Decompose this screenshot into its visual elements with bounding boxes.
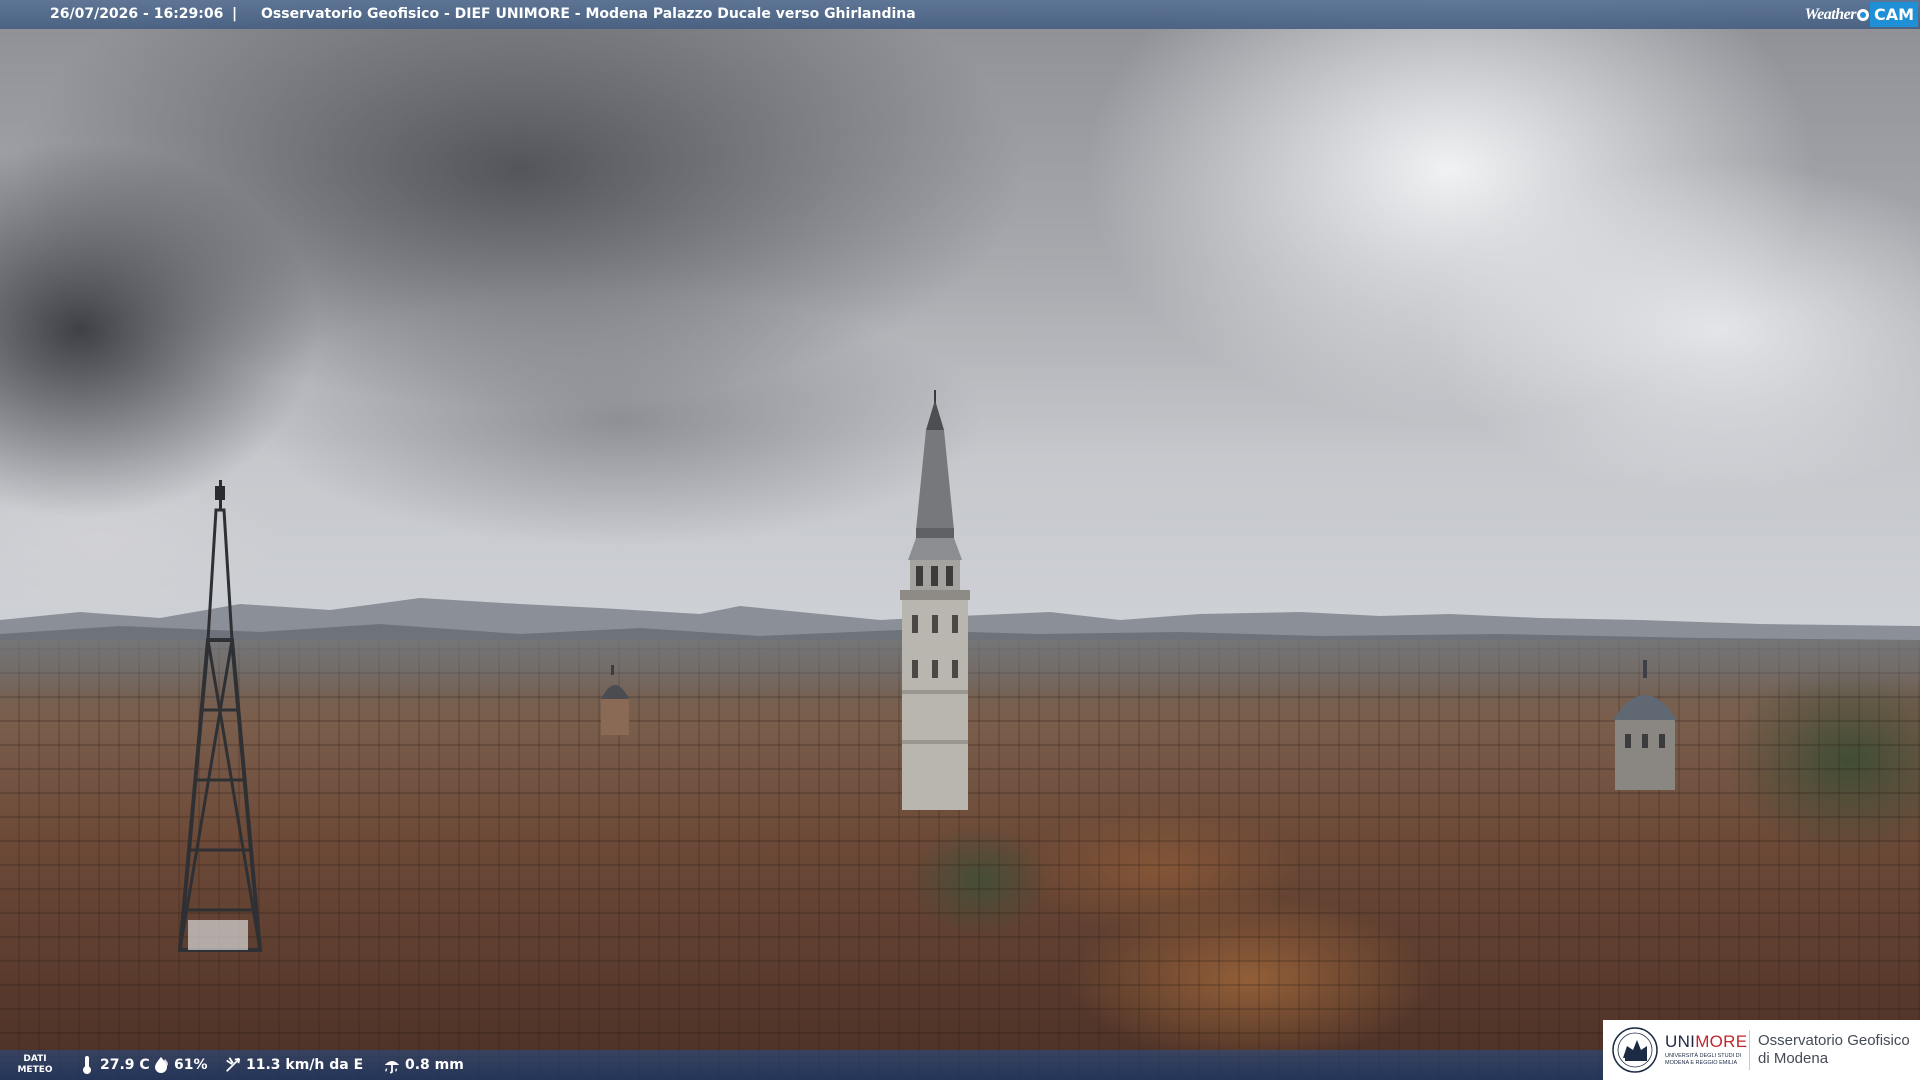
- webcam-image: [0, 0, 1920, 1080]
- rain-readout: 0.8 mm: [383, 1050, 464, 1080]
- unimore-subtitle-line2: MODENA E REGGIO EMILIA: [1665, 1060, 1738, 1066]
- ghirlandina-tower: [900, 390, 970, 810]
- humidity-value: 61%: [174, 1057, 208, 1073]
- temperature-value: 27.9 C: [100, 1057, 150, 1073]
- unimore-name-more: MORE: [1695, 1032, 1748, 1051]
- meteo-label: DATI METEO: [14, 1054, 56, 1076]
- unimore-logo-box: UNIMORE UNIVERSITÀ DEGLI STUDI DI MODENA…: [1603, 1020, 1920, 1080]
- wind-readout: 11.3 km/h da E: [224, 1050, 363, 1080]
- unimore-seal-icon: [1612, 1027, 1658, 1073]
- wind-icon: [224, 1054, 242, 1076]
- unimore-name: UNIMORE: [1665, 1032, 1748, 1051]
- webcam-caption-bar: 26/07/2026 - 16:29:06 | Osservatorio Geo…: [0, 0, 1920, 29]
- weathercam-logo-cam: CAM: [1869, 2, 1918, 27]
- church-dome-left: [601, 665, 629, 735]
- meteo-label-line1: DATI: [23, 1054, 47, 1064]
- weathercam-dot-icon: [1856, 8, 1869, 21]
- unimore-wordmark: UNIMORE UNIVERSITÀ DEGLI STUDI DI MODENA…: [1665, 1032, 1748, 1067]
- camera-caption: Osservatorio Geofisico - DIEF UNIMORE - …: [261, 6, 916, 22]
- humidity-readout: 61%: [152, 1050, 208, 1080]
- humidity-drop-icon: [152, 1054, 170, 1076]
- meteo-label-line2: METEO: [17, 1065, 53, 1075]
- caption-separator: |: [232, 6, 238, 22]
- radio-antenna-mast: [177, 480, 263, 952]
- observatory-name-line1: Osservatorio Geofisico: [1758, 1032, 1910, 1049]
- temperature-readout: 27.9 C: [78, 1050, 150, 1080]
- timestamp: 26/07/2026 - 16:29:06: [50, 6, 224, 22]
- observatory-name-line2: di Modena: [1758, 1050, 1829, 1067]
- thermometer-icon: [78, 1054, 96, 1076]
- observatory-name: Osservatorio Geofisico di Modena: [1758, 1032, 1910, 1068]
- weathercam-logo-weather: Weather: [1804, 6, 1857, 23]
- logo-divider: [1749, 1030, 1750, 1070]
- weathercam-logo: Weather CAM: [1805, 2, 1918, 27]
- wind-value: 11.3 km/h da E: [246, 1057, 364, 1073]
- unimore-subtitle-line1: UNIVERSITÀ DEGLI STUDI DI: [1665, 1053, 1742, 1059]
- rain-icon: [383, 1054, 401, 1076]
- rain-value: 0.8 mm: [405, 1057, 464, 1073]
- unimore-name-uni: UNI: [1665, 1032, 1696, 1051]
- unimore-subtitle: UNIVERSITÀ DEGLI STUDI DI MODENA E REGGI…: [1665, 1053, 1745, 1067]
- church-dome-right: [1613, 660, 1677, 790]
